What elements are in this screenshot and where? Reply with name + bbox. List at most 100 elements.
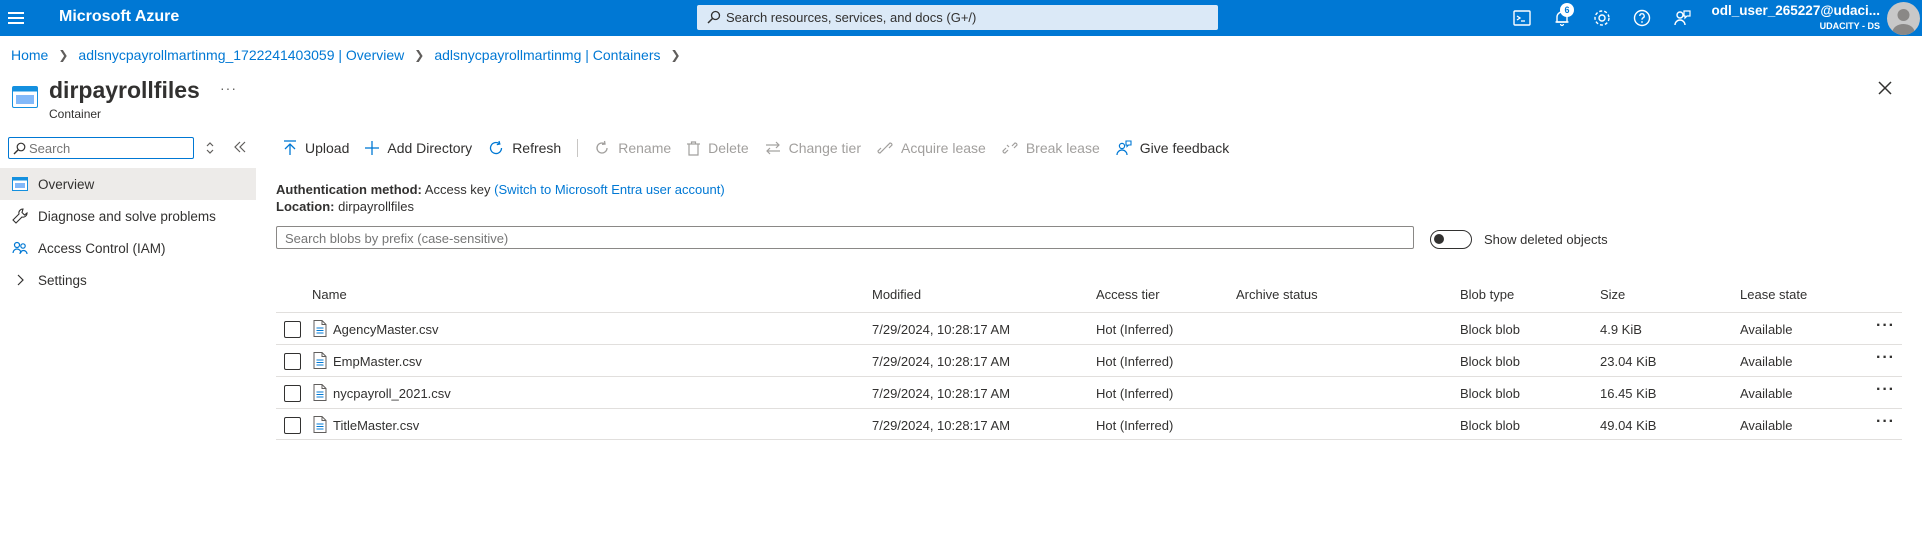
feedback-person-icon[interactable] [1672, 8, 1692, 28]
column-header-lease-state[interactable]: Lease state [1740, 287, 1807, 302]
nav-search-field[interactable] [8, 137, 194, 159]
page-title: dirpayrollfiles [49, 77, 200, 103]
blob-prefix-search[interactable] [276, 226, 1414, 249]
give-feedback-button[interactable]: Give feedback [1116, 140, 1230, 156]
table-row[interactable]: TitleMaster.csv 7/29/2024, 10:28:17 AM H… [276, 408, 1902, 440]
add-directory-label: Add Directory [387, 140, 473, 156]
search-icon [13, 142, 26, 155]
table-row[interactable]: AgencyMaster.csv 7/29/2024, 10:28:17 AM … [276, 312, 1902, 344]
breadcrumb-containers[interactable]: adlsnycpayrollmartinmg | Containers [434, 47, 660, 63]
chevron-right-icon: ❯ [414, 48, 425, 62]
row-checkbox[interactable] [284, 353, 301, 370]
switch-auth-link[interactable]: (Switch to Microsoft Entra user account) [494, 182, 724, 197]
avatar[interactable] [1887, 2, 1920, 35]
row-checkbox[interactable] [284, 385, 301, 402]
delete-button[interactable]: Delete [687, 140, 749, 156]
command-bar: Upload Add Directory Refresh Rename Dele… [283, 136, 1245, 160]
rename-label: Rename [618, 140, 672, 156]
location-value: dirpayrollfiles [338, 199, 414, 214]
change-tier-label: Change tier [788, 140, 861, 156]
swap-arrows-icon [765, 141, 780, 155]
show-deleted-label: Show deleted objects [1484, 232, 1608, 247]
collapse-double-chevron-icon[interactable] [234, 141, 246, 153]
container-icon [12, 86, 38, 108]
row-more-options-icon[interactable]: ··· [1876, 317, 1895, 335]
sidebar-item-label: Settings [38, 272, 87, 288]
cell-modified: 7/29/2024, 10:28:17 AM [872, 354, 1011, 369]
column-header-name[interactable]: Name [312, 287, 347, 302]
cell-modified: 7/29/2024, 10:28:17 AM [872, 386, 1011, 401]
sort-updown-icon[interactable] [205, 141, 215, 155]
change-tier-button[interactable]: Change tier [765, 140, 861, 156]
column-header-archive-status[interactable]: Archive status [1236, 287, 1318, 302]
hamburger-menu-icon[interactable] [8, 9, 24, 27]
sidebar-item-diagnose[interactable]: Diagnose and solve problems [0, 200, 256, 232]
cell-size: 16.45 KiB [1600, 386, 1657, 401]
help-question-icon[interactable] [1632, 8, 1652, 28]
file-name-link[interactable]: TitleMaster.csv [333, 418, 419, 433]
blob-prefix-search-input[interactable] [285, 230, 1405, 246]
column-header-size[interactable]: Size [1600, 287, 1625, 302]
acquire-lease-label: Acquire lease [901, 140, 986, 156]
people-icon [12, 240, 28, 256]
cell-blob-type: Block blob [1460, 386, 1520, 401]
cell-lease-state: Available [1740, 418, 1793, 433]
break-lease-label: Break lease [1025, 140, 1100, 156]
cell-modified: 7/29/2024, 10:28:17 AM [872, 418, 1011, 433]
upload-button[interactable]: Upload [283, 140, 349, 156]
row-more-options-icon[interactable]: ··· [1876, 381, 1895, 399]
chevron-right-icon: ❯ [670, 48, 681, 62]
table-row[interactable]: EmpMaster.csv 7/29/2024, 10:28:17 AM Hot… [276, 344, 1902, 376]
container-overview-icon [12, 176, 28, 192]
breadcrumb-home[interactable]: Home [11, 47, 48, 63]
close-icon[interactable] [1877, 80, 1893, 96]
wrench-icon [12, 208, 28, 224]
acquire-lease-button[interactable]: Acquire lease [877, 140, 986, 156]
row-more-options-icon[interactable]: ··· [1876, 413, 1895, 431]
breadcrumb-storage-account-overview[interactable]: adlsnycpayrollmartinmg_1722241403059 | O… [78, 47, 404, 63]
sidebar-item-settings[interactable]: Settings [0, 264, 256, 296]
cell-access-tier: Hot (Inferred) [1096, 418, 1174, 433]
sidebar-item-access-control[interactable]: Access Control (IAM) [0, 232, 256, 264]
chevron-right-icon [12, 272, 28, 288]
global-search-placeholder: Search resources, services, and docs (G+… [726, 10, 977, 25]
row-more-options-icon[interactable]: ··· [1876, 349, 1895, 367]
file-name-link[interactable]: EmpMaster.csv [333, 354, 422, 369]
column-header-modified[interactable]: Modified [872, 287, 921, 302]
brand-link[interactable]: Microsoft Azure [59, 8, 179, 26]
rename-button[interactable]: Rename [594, 140, 671, 156]
show-deleted-toggle[interactable] [1430, 230, 1472, 249]
cell-lease-state: Available [1740, 322, 1793, 337]
auth-method-line: Authentication method: Access key (Switc… [276, 182, 725, 197]
give-feedback-label: Give feedback [1139, 140, 1230, 156]
upload-label: Upload [305, 140, 350, 156]
file-icon [313, 320, 327, 337]
settings-gear-icon[interactable] [1592, 8, 1612, 28]
break-lease-button[interactable]: Break lease [1002, 140, 1100, 156]
global-search-input[interactable]: Search resources, services, and docs (G+… [697, 5, 1218, 30]
refresh-button[interactable]: Refresh [488, 140, 561, 156]
account-user-name[interactable]: odl_user_265227@udaci... [1712, 3, 1881, 18]
breadcrumb: Home ❯ adlsnycpayrollmartinmg_1722241403… [11, 47, 691, 63]
location-line: Location: dirpayrollfiles [276, 199, 414, 214]
sidebar-item-label: Diagnose and solve problems [38, 208, 216, 224]
more-options-icon[interactable]: ··· [220, 80, 237, 96]
column-header-blob-type[interactable]: Blob type [1460, 287, 1514, 302]
upload-arrow-icon [284, 140, 296, 155]
row-checkbox[interactable] [284, 321, 301, 338]
table-row[interactable]: nycpayroll_2021.csv 7/29/2024, 10:28:17 … [276, 376, 1902, 408]
toolbar-divider [577, 139, 579, 157]
refresh-label: Refresh [512, 140, 562, 156]
cell-lease-state: Available [1740, 386, 1793, 401]
file-icon [313, 384, 327, 401]
notification-count-badge: 6 [1560, 3, 1574, 17]
file-name-link[interactable]: nycpayroll_2021.csv [333, 386, 451, 401]
column-header-access-tier[interactable]: Access tier [1096, 287, 1160, 302]
cloud-shell-icon[interactable] [1512, 8, 1532, 28]
row-checkbox[interactable] [284, 417, 301, 434]
link-icon [877, 142, 893, 154]
add-directory-button[interactable]: Add Directory [365, 140, 472, 156]
nav-search-input[interactable] [29, 140, 189, 156]
sidebar-item-overview[interactable]: Overview [0, 168, 256, 200]
file-name-link[interactable]: AgencyMaster.csv [333, 322, 439, 337]
